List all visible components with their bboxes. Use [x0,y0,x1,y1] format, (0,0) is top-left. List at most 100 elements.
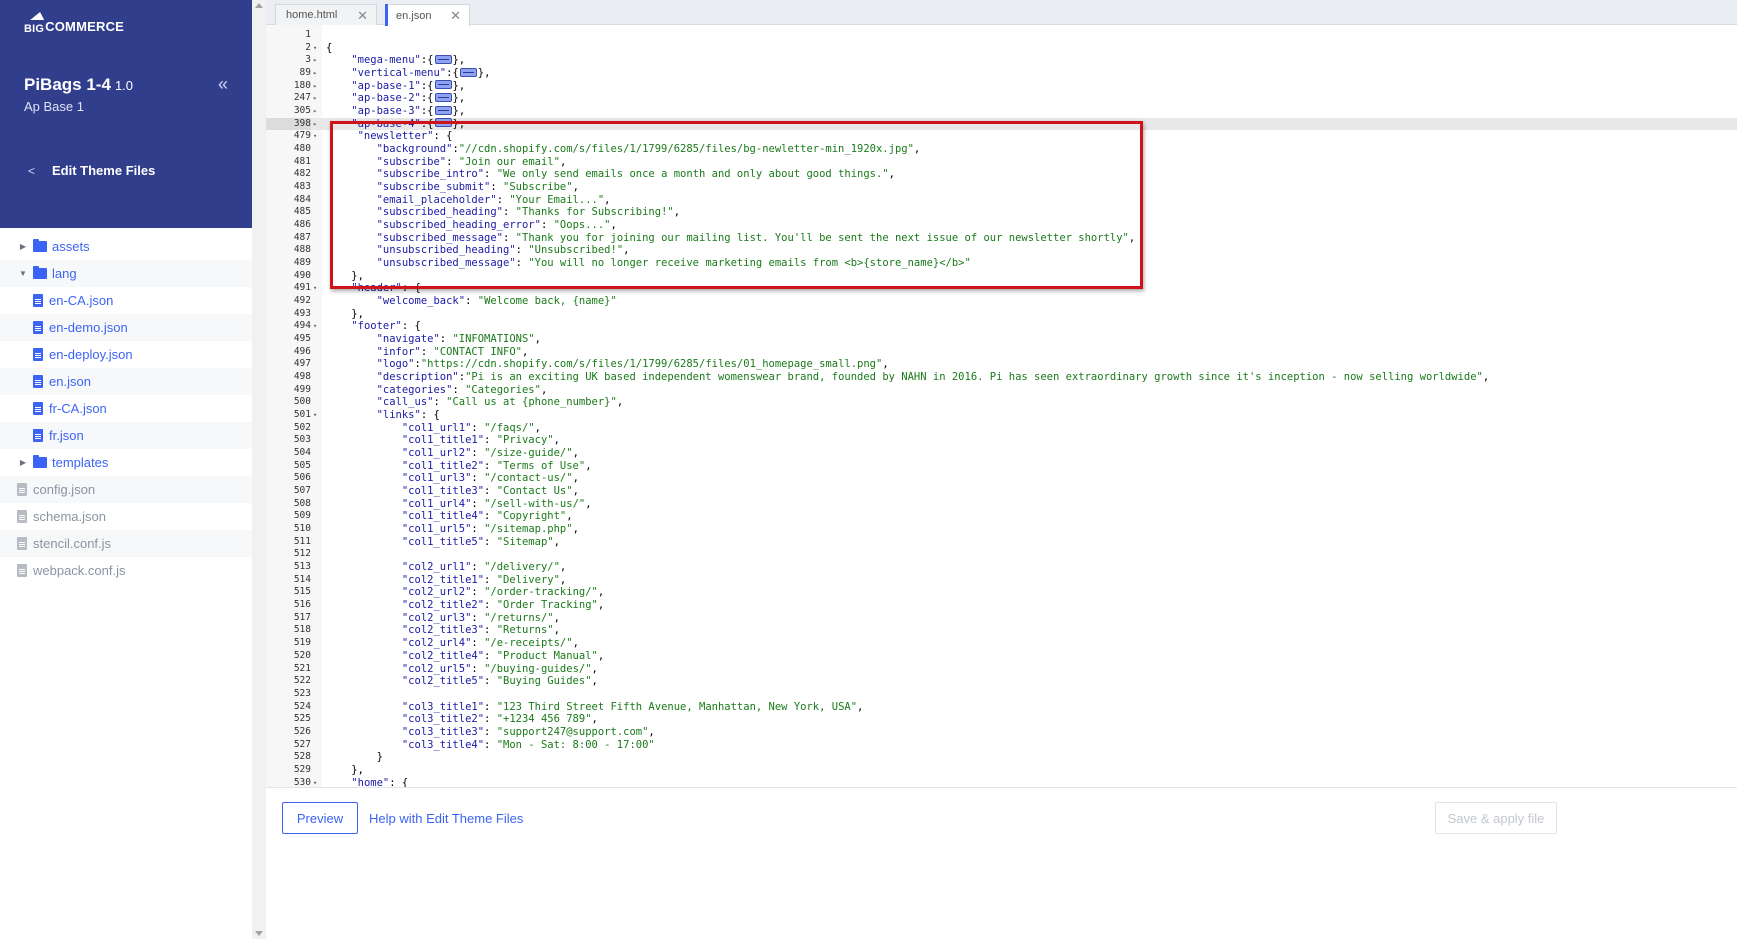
collapse-sidebar-button[interactable]: « [218,74,236,94]
code-line[interactable]: 507 "col1_title3": "Contact Us", [266,485,1737,498]
code-line[interactable]: 526 "col3_title3": "support247@support.c… [266,726,1737,739]
code-line[interactable]: 492 "welcome_back": "Welcome back, {name… [266,295,1737,308]
folder-assets[interactable]: ▶ assets [0,233,252,260]
code-line[interactable]: 520 "col2_title4": "Product Manual", [266,650,1737,663]
code-line[interactable]: 490 }, [266,270,1737,283]
code-line[interactable]: 521 "col2_url5": "/buying-guides/", [266,663,1737,676]
code-line[interactable]: 502 "col1_url1": "/faqs/", [266,422,1737,435]
code-line[interactable]: 247 ▸ "ap-base-2":{}, [266,92,1737,105]
code-line[interactable]: 493 }, [266,308,1737,321]
fold-open-icon[interactable]: ▾ [313,777,321,787]
code-line[interactable]: 499 "categories": "Categories", [266,384,1737,397]
file-webpack-conf-js[interactable]: webpack.conf.js [0,557,252,584]
folder-lang[interactable]: ▼ lang [0,260,252,287]
code-line[interactable]: 517 "col2_url3": "/returns/", [266,612,1737,625]
code-line[interactable]: 525 "col3_title2": "+1234 456 789", [266,713,1737,726]
back-to-edit-theme-files[interactable]: < Edit Theme Files [28,163,155,178]
code-line[interactable]: 528 } [266,751,1737,764]
folded-widget-icon[interactable] [434,80,452,90]
code-line[interactable]: 482 "subscribe_intro": "We only send ema… [266,168,1737,181]
code-line[interactable]: 519 "col2_url4": "/e-receipts/", [266,637,1737,650]
code-line[interactable]: 480 "background":"//cdn.shopify.com/s/fi… [266,143,1737,156]
fold-open-icon[interactable]: ▾ [313,130,321,143]
file-config-json[interactable]: config.json [0,476,252,503]
fold-open-icon[interactable]: ▾ [313,320,321,333]
help-link[interactable]: Help with Edit Theme Files [369,811,523,826]
code-line[interactable]: 510 "col1_url5": "/sitemap.php", [266,523,1737,536]
code-line[interactable]: 511 "col1_title5": "Sitemap", [266,536,1737,549]
folded-widget-icon[interactable] [434,92,452,102]
code-line[interactable]: 3 ▸ "mega-menu":{}, [266,54,1737,67]
code-line[interactable]: 515 "col2_url2": "/order-tracking/", [266,586,1737,599]
fold-open-icon[interactable]: ▾ [313,42,321,55]
code-line[interactable]: 495 "navigate": "INFOMATIONS", [266,333,1737,346]
file-en-ca-json[interactable]: en-CA.json [0,287,252,314]
file-fr-ca-json[interactable]: fr-CA.json [0,395,252,422]
close-icon[interactable]: ✕ [357,8,368,24]
code-line[interactable]: 500 "call_us": "Call us at {phone_number… [266,396,1737,409]
code-line[interactable]: 483 "subscribe_submit": "Subscribe", [266,181,1737,194]
code-line[interactable]: 508 "col1_url4": "/sell-with-us/", [266,498,1737,511]
caret-right-icon[interactable]: ▶ [17,242,29,251]
file-en-deploy-json[interactable]: en-deploy.json [0,341,252,368]
tab-home-html[interactable]: home.html ✕ [275,4,377,25]
code-line[interactable]: 2 ▾ { [266,42,1737,55]
fold-open-icon[interactable]: ▾ [313,282,321,295]
code-line[interactable]: 512 [266,548,1737,561]
fold-closed-icon[interactable]: ▸ [313,54,321,67]
save-apply-button[interactable]: Save & apply file [1435,802,1557,834]
code-line[interactable]: 479 ▾ "newsletter": { [266,130,1737,143]
preview-button[interactable]: Preview [282,802,358,834]
code-line[interactable]: 491 ▾ "header": { [266,282,1737,295]
code-line[interactable]: 481 "subscribe": "Join our email", [266,156,1737,169]
fold-open-icon[interactable]: ▾ [313,409,321,422]
code-line[interactable]: 180 ▸ "ap-base-1":{}, [266,80,1737,93]
fold-closed-icon[interactable]: ▸ [313,118,321,131]
code-line[interactable]: 514 "col2_title1": "Delivery", [266,574,1737,587]
code-line[interactable]: 530 ▾ "home": { [266,777,1737,787]
code-line[interactable]: 488 "unsubscribed_heading": "Unsubscribe… [266,244,1737,257]
code-line[interactable]: 527 "col3_title4": "Mon - Sat: 8:00 - 17… [266,739,1737,752]
folded-widget-icon[interactable] [459,67,477,77]
sidebar-scrollbar[interactable] [252,0,266,939]
code-line[interactable]: 494 ▾ "footer": { [266,320,1737,333]
code-line[interactable]: 509 "col1_title4": "Copyright", [266,510,1737,523]
fold-closed-icon[interactable]: ▸ [313,80,321,93]
code-line[interactable]: 506 "col1_url3": "/contact-us/", [266,472,1737,485]
folded-widget-icon[interactable] [434,118,452,128]
code-line[interactable]: 522 "col2_title5": "Buying Guides", [266,675,1737,688]
caret-down-icon[interactable]: ▼ [17,269,29,278]
code-line[interactable]: 487 "subscribed_message": "Thank you for… [266,232,1737,245]
code-line[interactable]: 504 "col1_url2": "/size-guide/", [266,447,1737,460]
code-line[interactable]: 484 "email_placeholder": "Your Email..."… [266,194,1737,207]
code-line[interactable]: 523 [266,688,1737,701]
close-icon[interactable]: ✕ [450,8,461,24]
code-line[interactable]: 305 ▸ "ap-base-3":{}, [266,105,1737,118]
code-line[interactable]: 501 ▾ "links": { [266,409,1737,422]
file-stencil-conf-js[interactable]: stencil.conf.js [0,530,252,557]
scroll-down-icon[interactable] [255,931,263,936]
code-line[interactable]: 505 "col1_title2": "Terms of Use", [266,460,1737,473]
code-line[interactable]: 529 }, [266,764,1737,777]
code-line[interactable]: 524 "col3_title1": "123 Third Street Fif… [266,701,1737,714]
folded-widget-icon[interactable] [434,105,452,115]
scroll-up-icon[interactable] [255,3,263,8]
folder-templates[interactable]: ▶ templates [0,449,252,476]
code-line[interactable]: 503 "col1_title1": "Privacy", [266,434,1737,447]
code-line[interactable]: 497 "logo":"https://cdn.shopify.com/s/fi… [266,358,1737,371]
code-line[interactable]: 489 "unsubscribed_message": "You will no… [266,257,1737,270]
file-en-demo-json[interactable]: en-demo.json [0,314,252,341]
code-line[interactable]: 496 "infor": "CONTACT INFO", [266,346,1737,359]
code-line[interactable]: 513 "col2_url1": "/delivery/", [266,561,1737,574]
file-en-json[interactable]: en.json [0,368,252,395]
code-line[interactable]: 398 ▸ "ap-base-4":{}, [266,117,1737,131]
code-editor[interactable]: 1 2 ▾{3 ▸ "mega-menu":{}, 89 ▸ "vertical-menu… [266,25,1737,787]
code-line[interactable]: 516 "col2_title2": "Order Tracking", [266,599,1737,612]
fold-closed-icon[interactable]: ▸ [313,92,321,105]
caret-right-icon[interactable]: ▶ [17,458,29,467]
fold-closed-icon[interactable]: ▸ [313,67,321,80]
code-line[interactable]: 498 "description":"Pi is an exciting UK … [266,371,1737,384]
fold-closed-icon[interactable]: ▸ [313,105,321,118]
file-schema-json[interactable]: schema.json [0,503,252,530]
code-line[interactable]: 518 "col2_title3": "Returns", [266,624,1737,637]
